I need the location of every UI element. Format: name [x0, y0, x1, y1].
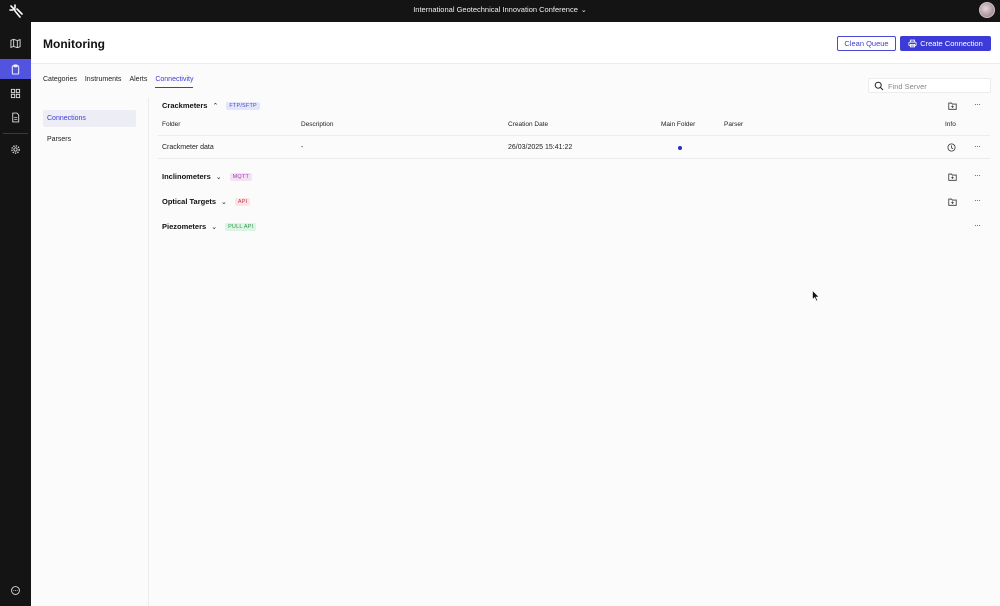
chat-icon: [11, 585, 20, 595]
subnav-item-connections[interactable]: Connections: [43, 110, 136, 127]
page-title: Monitoring: [43, 37, 105, 51]
section-title: Optical Targets: [162, 197, 217, 206]
tab-connectivity[interactable]: Connectivity: [155, 76, 194, 88]
info-icon[interactable]: [947, 143, 956, 152]
table-cell-folder: Crackmeter data: [162, 144, 214, 151]
conference-selector[interactable]: International Geotechnical Innovation Co…: [0, 5, 1000, 14]
chevron-down-icon: ⌄: [215, 173, 222, 181]
mouse-cursor-icon: [812, 290, 820, 302]
protocol-badge: PULL API: [225, 222, 257, 231]
create-connection-label: Create Connection: [920, 39, 983, 48]
more-options-icon[interactable]: ···: [974, 221, 981, 230]
table-cell-creation-date: 26/03/2025 15:41:22: [508, 144, 573, 151]
search-input[interactable]: [888, 81, 986, 91]
rail-item-map[interactable]: [0, 33, 31, 53]
rail-item-reports[interactable]: [0, 107, 31, 127]
section-header-piezometers[interactable]: Piezometers ⌄ PULL API: [162, 222, 257, 231]
divider: [158, 158, 990, 159]
section-title: Crackmeters: [162, 101, 208, 110]
conference-name: International Geotechnical Innovation Co…: [413, 5, 578, 14]
column-header-creation-date: Creation Date: [508, 121, 549, 128]
more-options-icon[interactable]: ···: [974, 171, 981, 180]
map-icon: [10, 38, 21, 48]
tab-bar: Categories Instruments Alerts Connectivi…: [43, 76, 194, 88]
clipboard-icon: [11, 63, 20, 75]
chevron-down-icon: ⌄: [211, 223, 218, 231]
chevron-up-icon: ⌃: [212, 102, 219, 110]
section-title: Piezometers: [162, 222, 207, 231]
create-connection-button[interactable]: Create Connection: [900, 36, 991, 51]
add-folder-icon[interactable]: [948, 173, 957, 181]
page-header: Monitoring Clean Queue Create Connection: [31, 22, 1000, 64]
search-icon: [874, 81, 884, 91]
clean-queue-button[interactable]: Clean Queue: [837, 36, 896, 51]
rail-item-chat[interactable]: [0, 580, 31, 600]
connectivity-subnav: Connections Parsers: [31, 98, 149, 606]
table-cell-description: -: [301, 144, 304, 151]
column-header-info: Info: [945, 121, 956, 128]
protocol-badge: FTP/SFTP: [226, 101, 260, 110]
column-header-folder: Folder: [162, 121, 181, 128]
more-options-icon[interactable]: ···: [974, 196, 981, 205]
section-header-inclinometers[interactable]: Inclinometers ⌄ MQTT: [162, 172, 253, 181]
add-folder-icon[interactable]: [948, 102, 957, 110]
left-rail: [0, 22, 31, 606]
protocol-badge: MQTT: [229, 172, 253, 181]
dashboard-icon: [10, 88, 21, 98]
main-folder-indicator: [678, 146, 682, 150]
rail-item-settings[interactable]: [0, 139, 31, 159]
subnav-item-parsers[interactable]: Parsers: [43, 131, 136, 148]
gear-icon: [11, 144, 20, 154]
column-header-main-folder: Main Folder: [661, 121, 696, 128]
row-more-options-icon[interactable]: ···: [974, 142, 981, 151]
more-options-icon[interactable]: ···: [974, 100, 981, 109]
tab-instruments[interactable]: Instruments: [85, 76, 122, 88]
protocol-badge: API: [234, 197, 251, 206]
tab-categories[interactable]: Categories: [43, 76, 77, 88]
chevron-down-icon: ⌄: [221, 198, 227, 206]
tab-alerts[interactable]: Alerts: [129, 76, 147, 88]
search-box: [868, 78, 991, 93]
printer-icon: [908, 39, 917, 48]
top-bar: International Geotechnical Innovation Co…: [0, 0, 1000, 22]
chevron-down-icon: ⌄: [580, 7, 587, 14]
section-header-crackmeters[interactable]: Crackmeters ⌃ FTP/SFTP: [162, 101, 260, 110]
section-header-optical-targets[interactable]: Optical Targets ⌄ API: [162, 197, 251, 206]
rail-item-monitoring[interactable]: [0, 59, 31, 79]
divider: [158, 135, 990, 136]
column-header-description: Description: [301, 121, 334, 128]
document-icon: [12, 112, 20, 122]
avatar[interactable]: [979, 2, 995, 18]
add-folder-icon[interactable]: [948, 198, 957, 206]
rail-divider: [3, 133, 28, 134]
column-header-parser: Parser: [724, 121, 744, 128]
rail-item-dashboard[interactable]: [0, 83, 31, 103]
section-title: Inclinometers: [162, 172, 211, 181]
